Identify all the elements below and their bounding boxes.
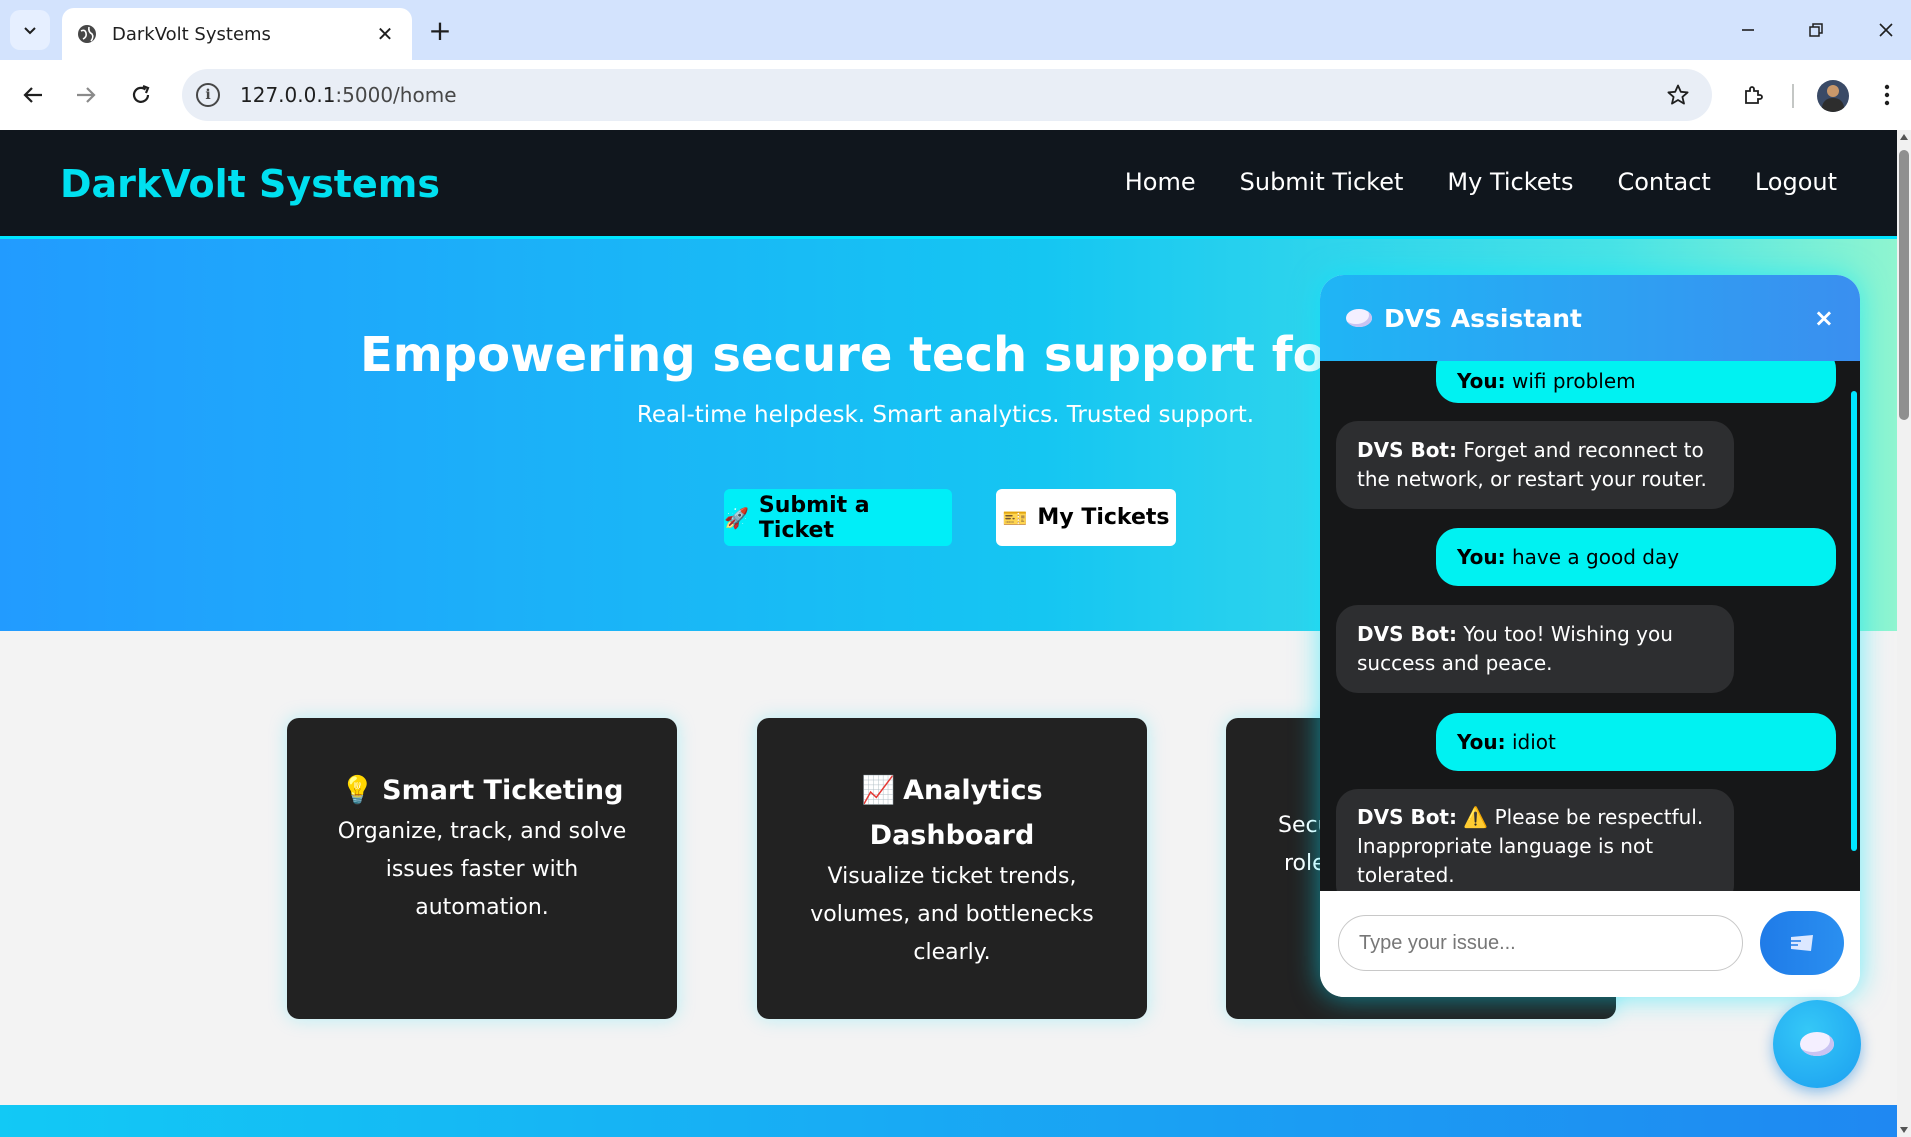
scroll-up-arrow[interactable] [1900,134,1908,140]
scroll-thumb[interactable] [1899,150,1909,420]
reload-icon [132,84,150,103]
reload-button[interactable] [123,77,159,113]
site-info-icon[interactable]: i [196,83,220,107]
new-tab-button[interactable]: + [424,14,456,47]
rocket-icon: 🚀 [724,505,749,530]
chat-widget: DVS Assistant × You: wifi problem DVS Bo… [1320,275,1860,997]
feature-title: 📈 Analytics Dashboard [861,775,1043,851]
main-menu: Home Submit Ticket My Tickets Contact Lo… [1125,168,1837,196]
toolbar-separator [1792,84,1794,108]
footer-bar [0,1105,1897,1137]
close-icon [1879,23,1893,37]
address-bar[interactable]: i 127.0.0.1:5000/home [182,69,1712,121]
chat-input[interactable] [1338,915,1743,971]
site-navbar: DarkVolt Systems Home Submit Ticket My T… [0,130,1897,239]
my-tickets-label: My Tickets [1037,505,1170,530]
submit-ticket-button[interactable]: 🚀 Submit a Ticket [724,489,952,546]
tab-title: DarkVolt Systems [112,23,271,45]
back-button[interactable] [15,77,51,113]
browser-menu-button[interactable] [1869,77,1905,113]
tab-close-icon[interactable]: ✕ [372,21,398,47]
nav-submit-ticket[interactable]: Submit Ticket [1240,168,1404,196]
chat-message-user: You: idiot [1436,713,1836,771]
restore-button[interactable] [1796,12,1836,48]
arrow-left-icon [23,87,42,103]
close-window-button[interactable] [1866,12,1906,48]
speech-bubble-icon [1800,1032,1834,1056]
feature-text: Organize, track, and solve issues faster… [337,819,627,920]
chat-message-bot: DVS Bot: Forget and reconnect to the net… [1336,421,1734,509]
chat-message-user: You: have a good day [1436,528,1836,586]
chat-header: DVS Assistant × [1320,275,1860,361]
minimize-button[interactable] [1728,12,1768,48]
chat-close-button[interactable]: × [1814,304,1834,332]
nav-home[interactable]: Home [1125,168,1196,196]
minimize-icon [1742,29,1754,31]
browser-tab[interactable]: DarkVolt Systems ✕ [62,8,412,60]
ticket-icon: 🎫 [1002,505,1028,530]
chat-message-user: You: wifi problem [1436,361,1836,403]
chat-message-bot: DVS Bot: ⚠️ Please be respectful. Inappr… [1336,789,1734,891]
nav-contact[interactable]: Contact [1617,168,1710,196]
submit-ticket-label: Submit a Ticket [758,492,870,543]
feature-text: Visualize ticket trends, volumes, and bo… [810,864,1094,965]
profile-avatar[interactable] [1817,80,1849,112]
page-scrollbar[interactable] [1897,130,1911,1137]
arrow-right-icon [77,87,96,103]
send-icon [1791,935,1813,951]
my-tickets-button[interactable]: 🎫 My Tickets [996,489,1176,546]
nav-logout[interactable]: Logout [1755,168,1837,196]
chat-messages[interactable]: You: wifi problem DVS Bot: Forget and re… [1320,361,1860,891]
chat-toggle-button[interactable] [1773,1000,1861,1088]
url-text[interactable]: 127.0.0.1:5000/home [240,83,1660,107]
feature-title: 💡 Smart Ticketing [340,775,624,806]
browser-toolbar: i 127.0.0.1:5000/home [0,60,1911,130]
tab-search-button[interactable] [10,10,50,50]
chevron-down-icon [24,27,36,35]
globe-icon [78,25,96,43]
bookmark-star-icon[interactable] [1660,77,1696,113]
kebab-menu-icon [1884,84,1890,106]
chat-input-area [1320,891,1860,997]
browser-tab-bar: DarkVolt Systems ✕ + [0,0,1911,60]
speech-bubble-icon [1346,309,1372,327]
puzzle-icon [1745,86,1763,104]
chat-title: DVS Assistant [1384,303,1582,333]
feature-card-smart-ticketing: 💡 Smart Ticketing Organize, track, and so… [287,718,677,1019]
extensions-button[interactable] [1736,77,1772,113]
chat-scrollbar[interactable] [1851,391,1857,851]
scroll-down-arrow[interactable] [1900,1127,1908,1133]
nav-my-tickets[interactable]: My Tickets [1447,168,1573,196]
chat-message-bot: DVS Bot: You too! Wishing you success an… [1336,605,1734,693]
lightbulb-icon: 💡 [340,775,375,806]
restore-icon [1809,23,1823,37]
brand-logo[interactable]: DarkVolt Systems [60,162,440,206]
send-button[interactable] [1760,911,1844,975]
forward-button[interactable] [68,77,104,113]
chart-increasing-icon: 📈 [861,775,896,806]
feature-card-analytics: 📈 Analytics Dashboard Visualize ticket tr… [757,718,1147,1019]
